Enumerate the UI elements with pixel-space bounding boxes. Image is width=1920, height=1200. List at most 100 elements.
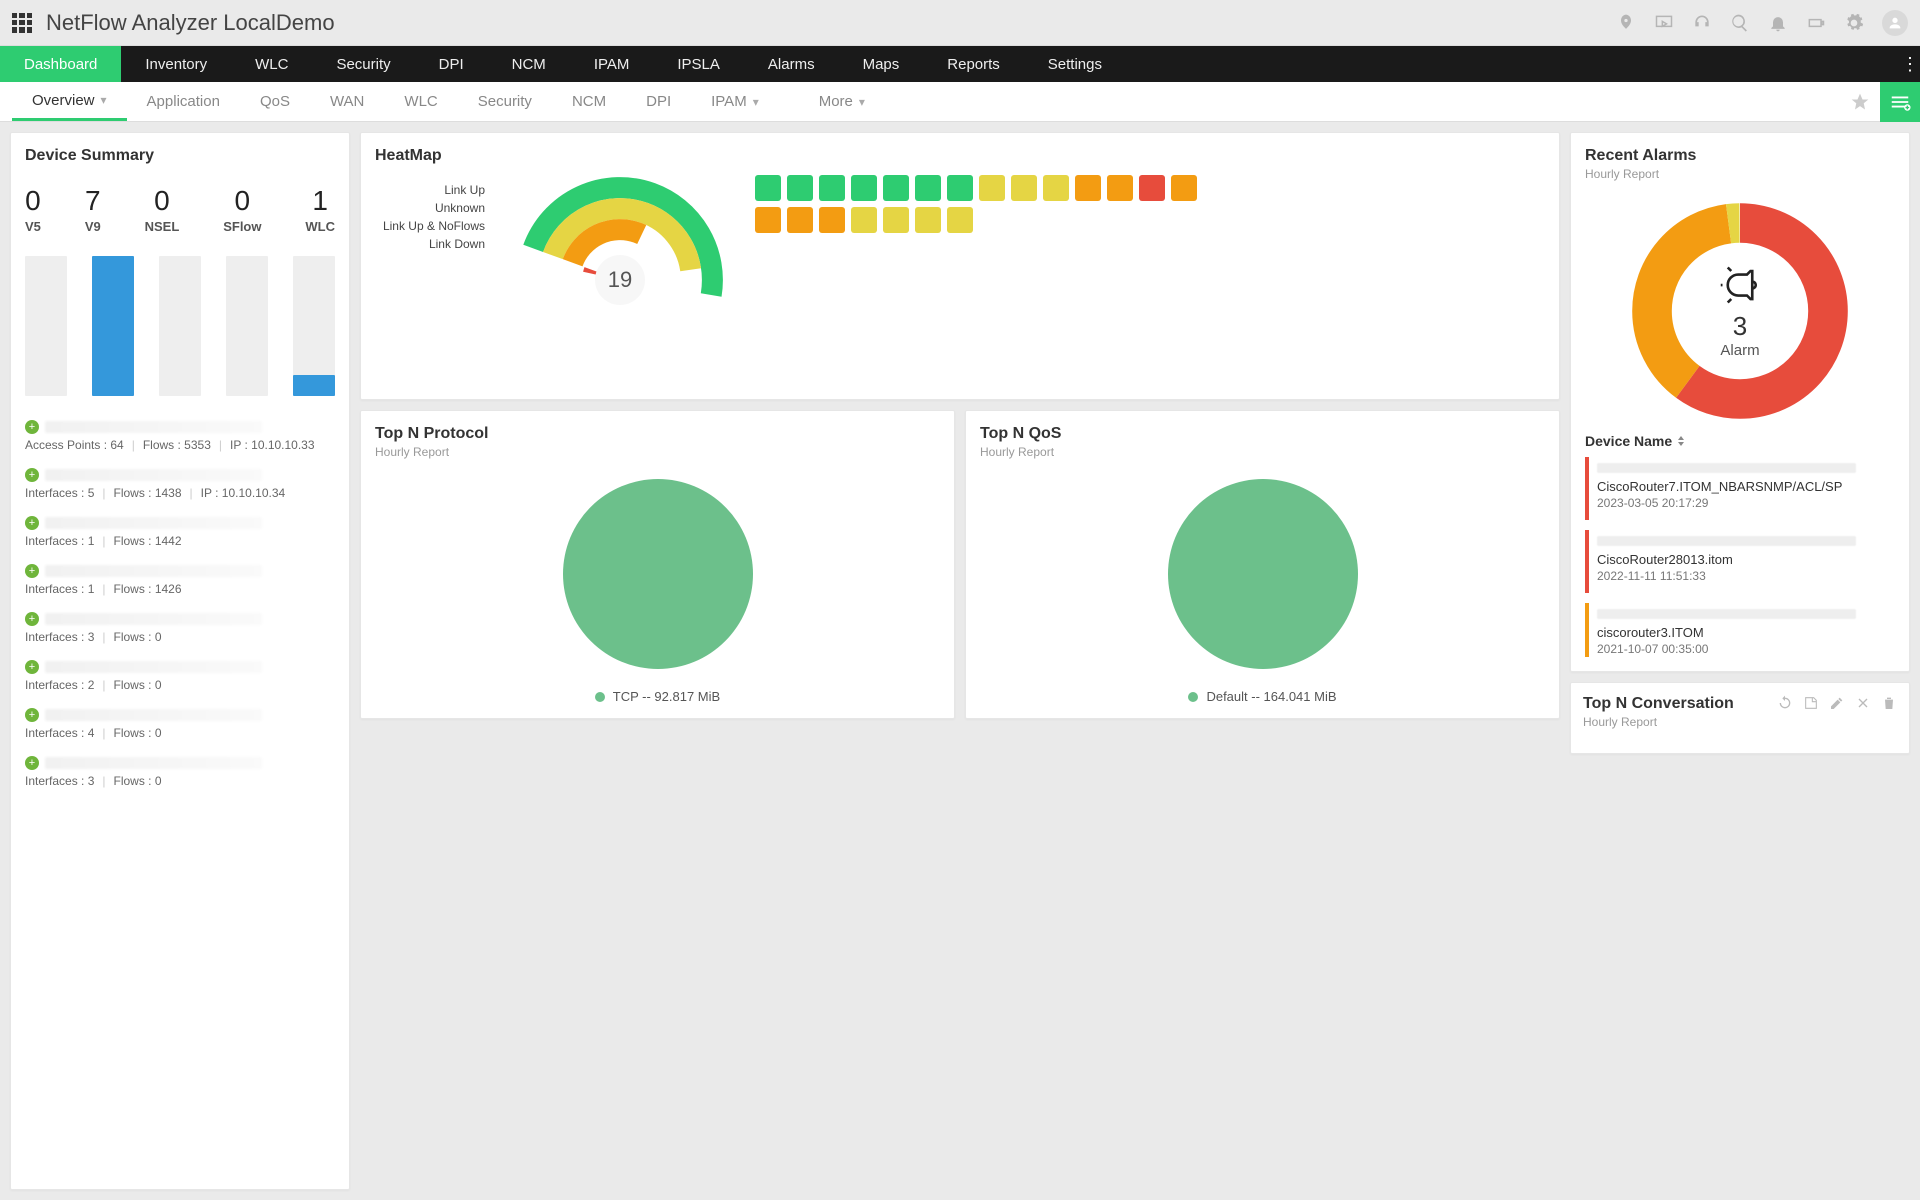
qos-pie-chart[interactable]: [1168, 479, 1358, 669]
subnav-more[interactable]: More ▾: [799, 82, 885, 121]
heatmap-cell[interactable]: [819, 207, 845, 233]
alarm-donut[interactable]: 3 Alarm: [1630, 201, 1850, 421]
expand-icon[interactable]: +: [25, 660, 39, 674]
device-stat-sflow[interactable]: 0SFlow: [223, 185, 261, 234]
kebab-icon[interactable]: ⋮: [1900, 46, 1920, 82]
device-stat-nsel[interactable]: 0NSEL: [145, 185, 180, 234]
expand-icon[interactable]: +: [25, 468, 39, 482]
device-bar-v5[interactable]: [25, 256, 67, 396]
device-list-item[interactable]: +Interfaces : 1|Flows : 1442: [25, 510, 335, 558]
subnav-tab-application[interactable]: Application: [127, 82, 240, 121]
heatmap-cell[interactable]: [915, 175, 941, 201]
heatmap-cell[interactable]: [1139, 175, 1165, 201]
expand-icon[interactable]: +: [25, 564, 39, 578]
heatmap-cell[interactable]: [915, 207, 941, 233]
device-stat-v5[interactable]: 0V5: [25, 185, 41, 234]
alarm-label: Alarm: [1720, 342, 1759, 359]
device-list-item[interactable]: +Interfaces : 3|Flows : 0: [25, 750, 335, 798]
alarm-item[interactable]: ciscorouter3.ITOM2021-10-07 00:35:00: [1585, 603, 1891, 657]
expand-icon[interactable]: +: [25, 756, 39, 770]
nav-tab-dashboard[interactable]: Dashboard: [0, 46, 121, 82]
export-icon[interactable]: [1803, 695, 1819, 711]
heatmap-donut[interactable]: 19: [515, 175, 725, 385]
heatmap-cell[interactable]: [1107, 175, 1133, 201]
device-list-item[interactable]: +Interfaces : 3|Flows : 0: [25, 606, 335, 654]
nav-tab-dpi[interactable]: DPI: [415, 46, 488, 82]
device-bar-v9[interactable]: [92, 256, 134, 396]
device-list-item[interactable]: +Interfaces : 4|Flows : 0: [25, 702, 335, 750]
nav-tab-settings[interactable]: Settings: [1024, 46, 1126, 82]
nav-tab-wlc[interactable]: WLC: [231, 46, 312, 82]
alarm-time: 2022-11-11 11:51:33: [1597, 569, 1885, 583]
alarm-item[interactable]: CiscoRouter7.ITOM_NBARSNMP/ACL/SP2023-03…: [1585, 457, 1891, 520]
heatmap-cell[interactable]: [1171, 175, 1197, 201]
nav-tab-reports[interactable]: Reports: [923, 46, 1024, 82]
presentation-icon[interactable]: [1654, 13, 1674, 33]
subnav-tab-security[interactable]: Security: [458, 82, 552, 121]
expand-icon[interactable]: +: [25, 420, 39, 434]
nav-tab-alarms[interactable]: Alarms: [744, 46, 839, 82]
device-bar-sflow[interactable]: [226, 256, 268, 396]
avatar[interactable]: [1882, 10, 1908, 36]
heatmap-cell[interactable]: [755, 175, 781, 201]
heatmap-cell[interactable]: [819, 175, 845, 201]
heatmap-cell[interactable]: [755, 207, 781, 233]
device-stat-v9[interactable]: 7V9: [85, 185, 101, 234]
heatmap-cell[interactable]: [883, 175, 909, 201]
edit-icon[interactable]: [1829, 695, 1845, 711]
subnav-tab-overview[interactable]: Overview▾: [12, 82, 127, 121]
add-widget-button[interactable]: [1880, 82, 1920, 122]
sort-icon[interactable]: [1676, 436, 1686, 446]
subnav-tab-ipam[interactable]: IPAM▾: [691, 82, 779, 121]
subnav-tab-wlc[interactable]: WLC: [384, 82, 457, 121]
search-icon[interactable]: [1730, 13, 1750, 33]
nav-tab-security[interactable]: Security: [312, 46, 414, 82]
device-list-item[interactable]: +Interfaces : 1|Flows : 1426: [25, 558, 335, 606]
conversation-sub: Hourly Report: [1583, 715, 1734, 729]
heatmap-cell[interactable]: [947, 175, 973, 201]
star-icon[interactable]: [1850, 92, 1870, 112]
gear-icon[interactable]: [1844, 13, 1864, 33]
delete-icon[interactable]: [1881, 695, 1897, 711]
heatmap-cell[interactable]: [1011, 175, 1037, 201]
expand-icon[interactable]: +: [25, 612, 39, 626]
nav-tab-ncm[interactable]: NCM: [488, 46, 570, 82]
device-stat-wlc[interactable]: 1WLC: [305, 185, 335, 234]
subnav-tab-dpi[interactable]: DPI: [626, 82, 691, 121]
protocol-pie-chart[interactable]: [563, 479, 753, 669]
heatmap-cell[interactable]: [883, 207, 909, 233]
headset-icon[interactable]: [1692, 13, 1712, 33]
apps-grid-icon[interactable]: [12, 13, 32, 33]
heatmap-cell[interactable]: [1075, 175, 1101, 201]
subnav-tab-qos[interactable]: QoS: [240, 82, 310, 121]
battery-icon[interactable]: [1806, 13, 1826, 33]
heatmap-cell[interactable]: [1043, 175, 1069, 201]
top-n-protocol-card: Top N Protocol Hourly Report TCP -- 92.8…: [360, 410, 955, 719]
heatmap-cell[interactable]: [787, 207, 813, 233]
device-list-item[interactable]: +Access Points : 64|Flows : 5353|IP : 10…: [25, 414, 335, 462]
subnav-tab-ncm[interactable]: NCM: [552, 82, 626, 121]
heatmap-cell[interactable]: [851, 175, 877, 201]
nav-tab-inventory[interactable]: Inventory: [121, 46, 231, 82]
device-list-item[interactable]: +Interfaces : 5|Flows : 1438|IP : 10.10.…: [25, 462, 335, 510]
heatmap-cell[interactable]: [851, 207, 877, 233]
expand-icon[interactable]: +: [25, 516, 39, 530]
heatmap-grid[interactable]: [755, 175, 1197, 233]
subnav-tab-wan[interactable]: WAN: [310, 82, 384, 121]
heatmap-cell[interactable]: [979, 175, 1005, 201]
device-list-item[interactable]: +Interfaces : 2|Flows : 0: [25, 654, 335, 702]
heatmap-cell[interactable]: [787, 175, 813, 201]
device-bar-wlc[interactable]: [293, 256, 335, 396]
heatmap-cell[interactable]: [947, 207, 973, 233]
refresh-icon[interactable]: [1777, 695, 1793, 711]
rocket-icon[interactable]: [1616, 13, 1636, 33]
bell-icon[interactable]: [1768, 13, 1788, 33]
nav-tab-maps[interactable]: Maps: [839, 46, 924, 82]
close-icon[interactable]: [1855, 695, 1871, 711]
device-bar-nsel[interactable]: [159, 256, 201, 396]
alarm-item[interactable]: CiscoRouter28013.itom2022-11-11 11:51:33: [1585, 530, 1891, 593]
device-name-header[interactable]: Device Name: [1585, 433, 1895, 449]
nav-tab-ipam[interactable]: IPAM: [570, 46, 654, 82]
expand-icon[interactable]: +: [25, 708, 39, 722]
nav-tab-ipsla[interactable]: IPSLA: [653, 46, 744, 82]
